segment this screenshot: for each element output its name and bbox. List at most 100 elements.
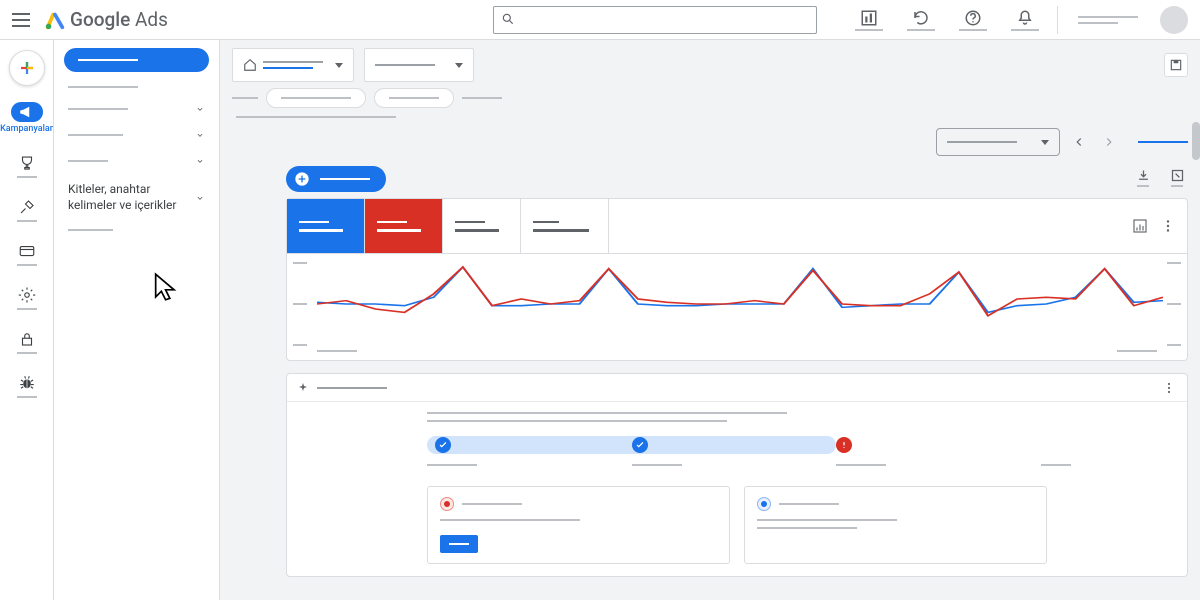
metric-tabs: [287, 199, 1187, 254]
header-actions: [849, 0, 1188, 40]
rail-tools[interactable]: [0, 194, 53, 226]
progress-stepper: [427, 436, 1047, 454]
expand-button[interactable]: [1166, 168, 1188, 190]
chevron-right-icon: [1102, 135, 1116, 149]
account-scope-dropdown[interactable]: [232, 48, 354, 82]
tools-icon: [18, 198, 36, 216]
section-breadcrumb: [236, 116, 396, 118]
sidebar-audiences-label: Kitleler, anahtar kelimeler ve içerikler: [68, 182, 188, 213]
suggestion-card-2: [744, 486, 1047, 564]
caret-down-icon: [335, 63, 343, 68]
search-container: [493, 6, 817, 34]
warning-badge-icon: [440, 497, 454, 511]
main-content: [220, 40, 1200, 600]
step-3-error: [836, 437, 852, 453]
rail-bug[interactable]: [0, 370, 53, 402]
scrollbar-thumb[interactable]: [1192, 122, 1200, 160]
chevron-down-icon: [195, 130, 205, 140]
suggestion-card-1: [427, 486, 730, 564]
filter-bar: [232, 88, 1188, 108]
avatar[interactable]: [1160, 6, 1188, 34]
recommendation-description: [427, 412, 1047, 422]
gear-icon: [18, 286, 36, 304]
chevron-down-icon: [195, 193, 205, 203]
apply-button[interactable]: [440, 535, 478, 553]
line-chart: [287, 254, 1187, 350]
metric-tab-3[interactable]: [443, 199, 521, 253]
rail-admin[interactable]: [0, 282, 53, 314]
campaign-scope-dropdown[interactable]: [364, 48, 474, 82]
reports-icon[interactable]: [849, 0, 889, 40]
product-logo[interactable]: Google Ads: [44, 8, 168, 31]
recommendation-card: [286, 373, 1188, 577]
sidebar: Kitleler, anahtar kelimeler ve içerikler: [54, 40, 220, 600]
filter-trailing: [462, 97, 502, 99]
google-ads-icon: [44, 9, 66, 31]
chevron-down-icon: [195, 104, 205, 114]
plus-multicolor-icon: [18, 59, 36, 77]
expand-icon: [1170, 168, 1185, 183]
search-input[interactable]: [493, 6, 817, 34]
performance-chart-card: [286, 198, 1188, 361]
bug-icon: [18, 374, 36, 392]
divider: [1057, 6, 1058, 34]
alert-icon: [839, 440, 849, 450]
chart-settings-icon[interactable]: [1131, 217, 1149, 235]
home-icon: [243, 58, 257, 72]
trophy-icon: [18, 154, 36, 172]
brand-light: Ads: [135, 8, 168, 31]
rail-campaigns[interactable]: Kampanyalar: [0, 98, 53, 138]
chevron-down-icon: [195, 156, 205, 166]
sidebar-item-4[interactable]: [54, 148, 219, 174]
caret-down-icon: [455, 63, 463, 68]
download-button[interactable]: [1132, 168, 1154, 190]
plus-icon: [294, 171, 310, 187]
filter-chip-1[interactable]: [266, 88, 366, 108]
metric-tab-1[interactable]: [287, 199, 365, 253]
save-icon: [1169, 58, 1183, 72]
sidebar-item-3[interactable]: [54, 122, 219, 148]
app-header: Google Ads: [0, 0, 1200, 40]
metric-tab-2[interactable]: [365, 199, 443, 253]
create-button[interactable]: [9, 50, 45, 86]
rail-security[interactable]: [0, 326, 53, 358]
rail-campaigns-label: Kampanyalar: [0, 124, 53, 134]
sidebar-item-2[interactable]: [54, 96, 219, 122]
refresh-icon[interactable]: [901, 0, 941, 40]
x-axis: [287, 350, 1187, 360]
lock-icon: [18, 330, 36, 348]
rail-billing[interactable]: [0, 238, 53, 270]
step-2-done: [632, 437, 648, 453]
card-icon: [18, 242, 36, 260]
account-switcher[interactable]: [1078, 16, 1138, 24]
y-axis-left: [293, 262, 307, 346]
search-icon: [501, 12, 515, 26]
date-preset-link[interactable]: [1138, 141, 1188, 143]
metric-tab-4[interactable]: [521, 199, 609, 253]
more-icon[interactable]: [1161, 380, 1177, 396]
filter-chip-2[interactable]: [374, 88, 454, 108]
save-view-button[interactable]: [1164, 53, 1188, 77]
new-entity-button[interactable]: [286, 166, 386, 192]
rail-goals[interactable]: [0, 150, 53, 182]
step-1-done: [435, 437, 451, 453]
check-icon: [635, 440, 645, 450]
date-prev-button[interactable]: [1068, 131, 1090, 153]
step-labels: [427, 464, 1047, 472]
brand-bold: Google: [70, 8, 130, 31]
caret-down-icon: [1041, 140, 1049, 145]
check-icon: [438, 440, 448, 450]
megaphone-icon: [18, 103, 36, 121]
menu-icon[interactable]: [12, 11, 30, 29]
date-range-picker[interactable]: [936, 128, 1060, 156]
help-icon[interactable]: [953, 0, 993, 40]
sidebar-active-item[interactable]: [64, 48, 209, 72]
more-icon[interactable]: [1159, 217, 1177, 235]
sidebar-item-1[interactable]: [54, 78, 219, 96]
sidebar-item-audiences[interactable]: Kitleler, anahtar kelimeler ve içerikler: [54, 174, 219, 221]
sidebar-item-6[interactable]: [54, 221, 219, 239]
date-next-button[interactable]: [1098, 131, 1120, 153]
info-badge-icon: [757, 497, 771, 511]
notifications-icon[interactable]: [1005, 0, 1045, 40]
filter-label: [232, 97, 258, 99]
